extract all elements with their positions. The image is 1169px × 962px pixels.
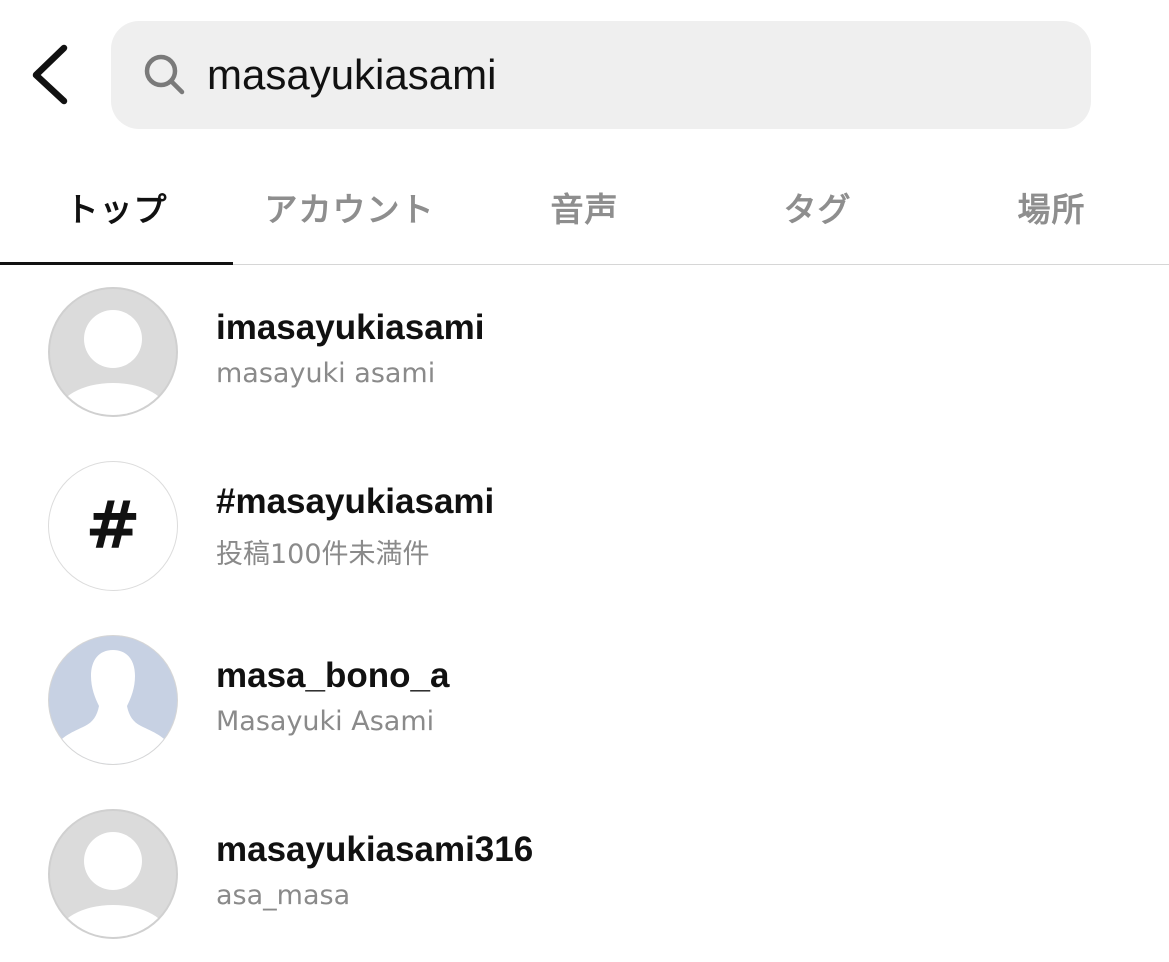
default-avatar-icon bbox=[57, 310, 169, 415]
silhouette-avatar-icon bbox=[55, 650, 171, 764]
result-title: masayukiasami316 bbox=[216, 830, 534, 869]
tab-label: トップ bbox=[65, 190, 168, 229]
result-title: imasayukiasami bbox=[216, 308, 485, 347]
list-item[interactable]: # #masayukiasami 投稿100件未満件 bbox=[0, 440, 1169, 614]
result-subtitle: Masayuki Asami bbox=[216, 706, 435, 737]
avatar bbox=[48, 635, 178, 765]
default-avatar-icon bbox=[57, 832, 169, 937]
tab-top[interactable]: トップ bbox=[0, 150, 233, 265]
tab-label: タグ bbox=[783, 190, 852, 229]
result-subtitle: asa_masa bbox=[216, 880, 351, 911]
list-item[interactable]: imasayukiasami masayuki asami bbox=[0, 266, 1169, 440]
search-icon bbox=[144, 54, 185, 95]
tab-label: 音声 bbox=[550, 190, 619, 229]
tab-accounts[interactable]: アカウント bbox=[233, 150, 466, 264]
search-tabs: トップ アカウント 音声 タグ 場所 bbox=[0, 150, 1169, 265]
top-bar bbox=[0, 0, 1169, 150]
tab-tags[interactable]: タグ bbox=[701, 150, 934, 264]
tab-label: 場所 bbox=[1017, 190, 1086, 229]
back-button[interactable] bbox=[22, 38, 82, 110]
avatar: # bbox=[48, 461, 178, 591]
hashtag-icon: # bbox=[85, 487, 141, 564]
list-item[interactable]: masa_bono_a Masayuki Asami bbox=[0, 614, 1169, 788]
result-title: masa_bono_a bbox=[216, 656, 450, 695]
active-tab-indicator bbox=[0, 262, 233, 265]
tab-places[interactable]: 場所 bbox=[935, 150, 1168, 264]
result-title: #masayukiasami bbox=[216, 482, 495, 521]
search-bar[interactable] bbox=[111, 21, 1091, 129]
chevron-left-icon bbox=[32, 44, 68, 105]
result-subtitle: 投稿100件未満件 bbox=[216, 539, 430, 570]
avatar bbox=[48, 809, 178, 939]
tab-audio[interactable]: 音声 bbox=[468, 150, 701, 264]
tab-label: アカウント bbox=[264, 190, 435, 229]
result-subtitle: masayuki asami bbox=[216, 358, 436, 389]
avatar bbox=[48, 287, 178, 417]
search-input[interactable] bbox=[207, 43, 1047, 107]
list-item[interactable]: masayukiasami316 asa_masa bbox=[0, 788, 1169, 962]
